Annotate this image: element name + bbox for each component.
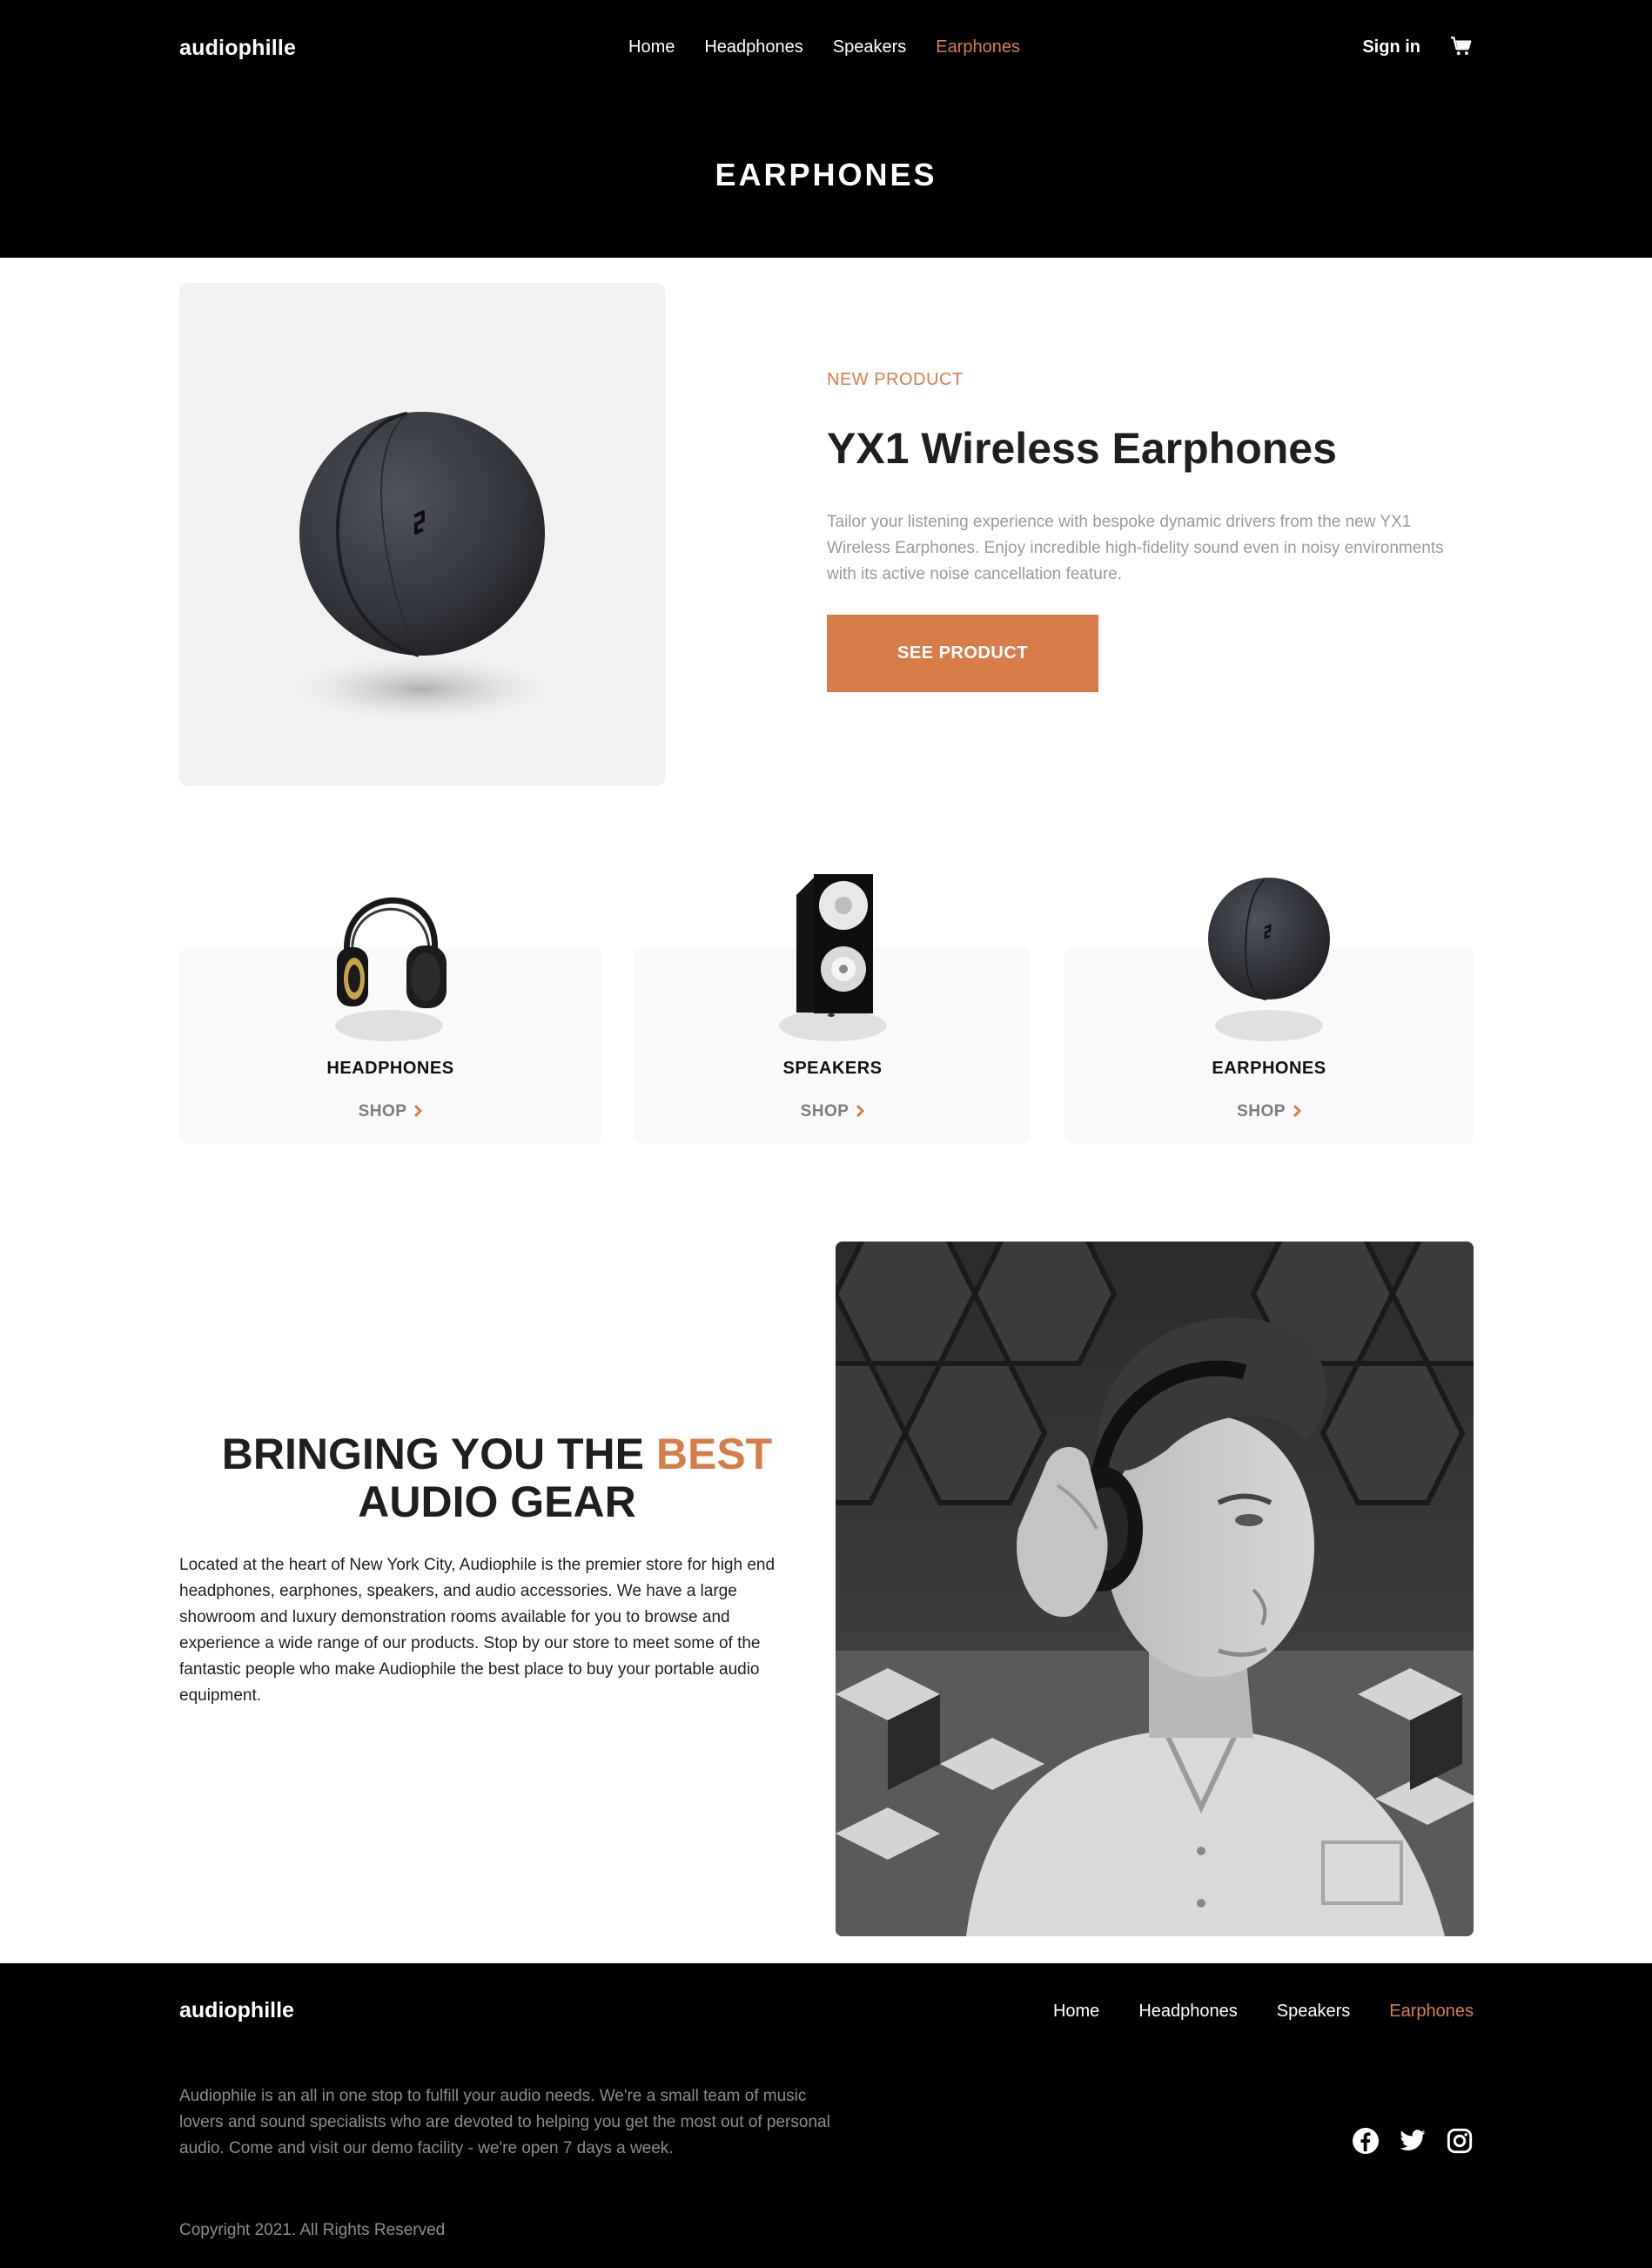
twitter-icon[interactable] bbox=[1399, 2127, 1427, 2155]
about-heading: BRINGING YOU THE BEST AUDIO GEAR bbox=[179, 1430, 815, 1526]
earphones-thumbnail bbox=[1195, 860, 1343, 1052]
speaker-icon bbox=[778, 874, 887, 1041]
category-name: HEADPHONES bbox=[326, 1059, 454, 1078]
footer-link-speakers[interactable]: Speakers bbox=[1277, 2002, 1351, 2022]
about-heading-post: AUDIO GEAR bbox=[358, 1477, 636, 1526]
site-footer: audiophille Home Headphones Speakers Ear… bbox=[0, 1963, 1652, 2268]
about-section: BRINGING YOU THE BEST AUDIO GEAR Located … bbox=[179, 1430, 815, 1709]
top-navigation: audiophille Home Headphones Speakers Ear… bbox=[179, 0, 1473, 96]
shop-link-speakers[interactable]: SHOP bbox=[635, 1102, 1031, 1123]
chevron-right-icon bbox=[1293, 1104, 1302, 1123]
shop-link-headphones[interactable]: SHOP bbox=[179, 1102, 601, 1123]
nav-link-home[interactable]: Home bbox=[628, 37, 675, 57]
about-body: Located at the heart of New York City, A… bbox=[179, 1556, 776, 1705]
logo[interactable]: audiophille bbox=[179, 36, 296, 61]
speakers-thumbnail bbox=[763, 860, 903, 1052]
chevron-right-icon bbox=[413, 1104, 423, 1123]
product-description: Tailor your listening experience with be… bbox=[827, 513, 1444, 583]
nav-link-speakers[interactable]: Speakers bbox=[833, 37, 907, 57]
category-card-headphones[interactable]: HEADPHONES SHOP bbox=[179, 897, 601, 1144]
page-title: EARPHONES bbox=[715, 157, 937, 192]
footer-logo[interactable]: audiophille bbox=[179, 1998, 294, 2023]
about-heading-pre: BRINGING YOU THE bbox=[221, 1430, 656, 1478]
featured-product-info: NEW PRODUCT YX1 Wireless Earphones Tailo… bbox=[827, 370, 1454, 692]
footer-description: Audiophile is an all in one stop to fulf… bbox=[179, 2087, 830, 2157]
category-card-speakers[interactable]: SPEAKERS SHOP bbox=[635, 874, 1031, 1144]
product-title: YX1 Wireless Earphones bbox=[827, 424, 1337, 473]
copyright-text: Copyright 2021. All Rights Reserved bbox=[179, 2221, 446, 2239]
man-with-headphones-image bbox=[836, 1242, 1474, 1936]
shop-label: SHOP bbox=[358, 1102, 407, 1121]
headphones-icon bbox=[334, 897, 447, 1041]
nav-link-earphones[interactable]: Earphones bbox=[936, 37, 1020, 57]
footer-nav: Home Headphones Speakers Earphones bbox=[1053, 2002, 1474, 2022]
facebook-icon[interactable] bbox=[1352, 2127, 1380, 2155]
footer-link-earphones[interactable]: Earphones bbox=[1389, 2002, 1474, 2022]
footer-link-home[interactable]: Home bbox=[1053, 2002, 1099, 2022]
category-name: EARPHONES bbox=[1212, 1059, 1326, 1078]
site-header: audiophille Home Headphones Speakers Ear… bbox=[0, 0, 1652, 258]
footer-link-headphones[interactable]: Headphones bbox=[1138, 2002, 1237, 2022]
cart-icon[interactable] bbox=[1450, 35, 1473, 57]
earphones-icon bbox=[1208, 878, 1330, 1041]
instagram-icon[interactable] bbox=[1446, 2127, 1474, 2155]
chevron-right-icon bbox=[856, 1104, 865, 1123]
shop-label: SHOP bbox=[1237, 1102, 1286, 1121]
social-links bbox=[1352, 2127, 1474, 2155]
category-card-earphones[interactable]: EARPHONES SHOP bbox=[1064, 878, 1474, 1144]
nav-links: Home Headphones Speakers Earphones bbox=[628, 37, 1020, 57]
nav-link-headphones[interactable]: Headphones bbox=[704, 37, 802, 57]
featured-product-image bbox=[179, 283, 665, 786]
cart-icon-graphic bbox=[1451, 37, 1472, 56]
earphones-case-illustration bbox=[291, 412, 552, 722]
about-photo-man-with-headphones bbox=[836, 1242, 1474, 1936]
new-product-label: NEW PRODUCT bbox=[827, 370, 964, 389]
headphones-thumbnail bbox=[312, 860, 469, 1052]
about-heading-accent: BEST bbox=[655, 1430, 773, 1478]
shop-link-earphones[interactable]: SHOP bbox=[1064, 1102, 1474, 1123]
sign-in-link[interactable]: Sign in bbox=[1362, 37, 1420, 57]
see-product-button[interactable]: SEE PRODUCT bbox=[827, 615, 1098, 692]
category-name: SPEAKERS bbox=[782, 1059, 883, 1078]
shop-label: SHOP bbox=[800, 1102, 850, 1121]
